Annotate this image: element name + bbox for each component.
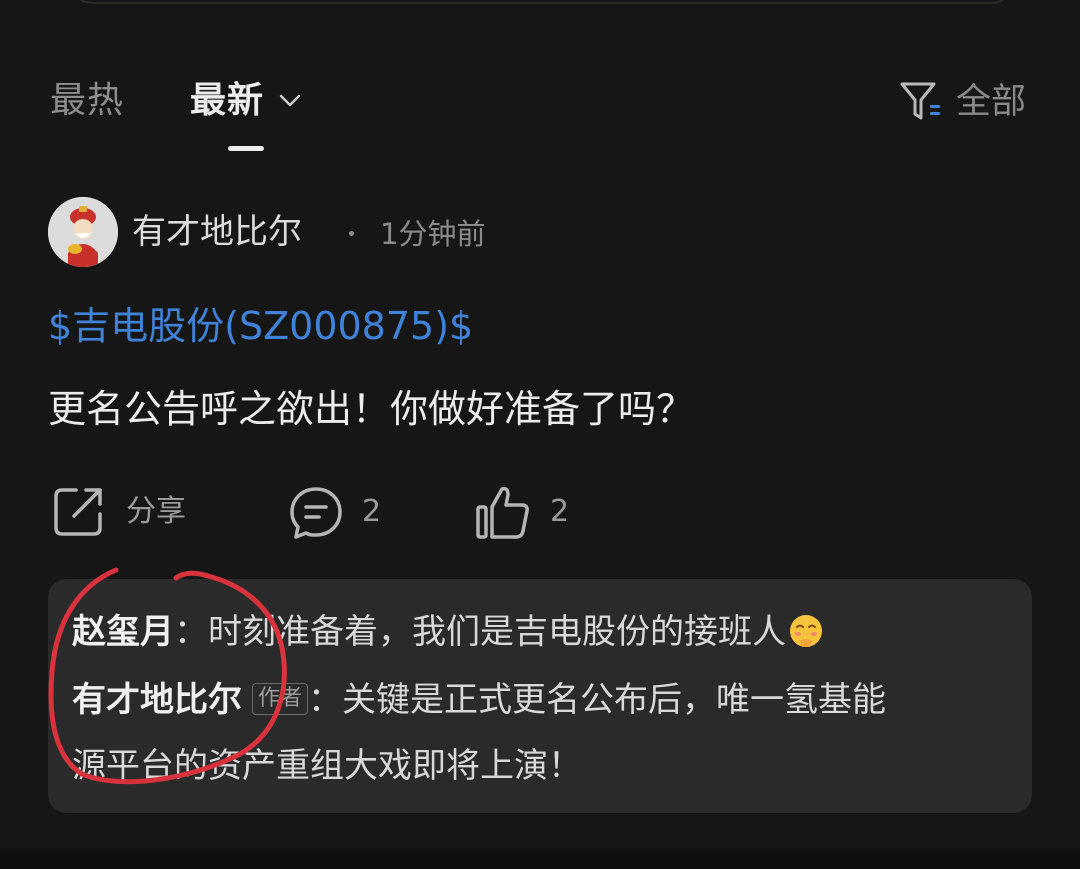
- comment-author-name[interactable]: 有才地比尔: [72, 680, 242, 720]
- bottom-divider: [0, 849, 1080, 869]
- comment-separator: ：: [174, 612, 208, 652]
- active-tab-indicator: [228, 146, 264, 151]
- comment-icon[interactable]: [288, 485, 344, 541]
- shy-smile-emoji-icon: [790, 615, 822, 647]
- tab-hot[interactable]: 最热: [50, 78, 124, 124]
- comment-text-continued: 源平台的资产重组大戏即将上演！: [72, 746, 582, 786]
- avatar[interactable]: [48, 197, 118, 267]
- stock-tag-link[interactable]: $吉电股份(SZ000875)$: [48, 300, 473, 352]
- comment-separator: ：: [308, 680, 343, 720]
- separator-dot: [349, 231, 354, 236]
- filter-label[interactable]: 全部: [956, 80, 1026, 124]
- share-label[interactable]: 分享: [126, 492, 186, 532]
- comment-item[interactable]: 有才地比尔 作者 ：关键是正式更名公布后，唯一氢基能: [72, 667, 1012, 733]
- comment-text: 时刻准备着，我们是吉电股份的接班人: [208, 612, 786, 652]
- author-badge: 作者: [252, 683, 309, 715]
- like-count[interactable]: 2: [550, 492, 569, 532]
- post-author-name[interactable]: 有才地比尔: [132, 210, 302, 254]
- chevron-down-icon[interactable]: [278, 88, 302, 112]
- share-icon[interactable]: [50, 484, 106, 540]
- like-thumbs-up-icon[interactable]: [474, 483, 532, 541]
- tab-new[interactable]: 最新: [190, 78, 264, 124]
- comment-item[interactable]: 赵玺月：时刻准备着，我们是吉电股份的接班人: [72, 599, 1012, 665]
- comment-text: 关键是正式更名公布后，唯一氢基能: [342, 680, 887, 720]
- comment-count[interactable]: 2: [362, 492, 381, 532]
- comment-author-name[interactable]: 赵玺月: [72, 612, 174, 652]
- post-timestamp: 1分钟前: [380, 217, 486, 251]
- comment-preview-box[interactable]: 赵玺月：时刻准备着，我们是吉电股份的接班人 有才地比尔 作者 ：关键是正式更名公布后…: [48, 579, 1032, 813]
- post-body: 更名公告呼之欲出！你做好准备了吗？: [48, 387, 695, 431]
- top-card-border: [70, 0, 1014, 4]
- filter-icon[interactable]: [898, 78, 944, 124]
